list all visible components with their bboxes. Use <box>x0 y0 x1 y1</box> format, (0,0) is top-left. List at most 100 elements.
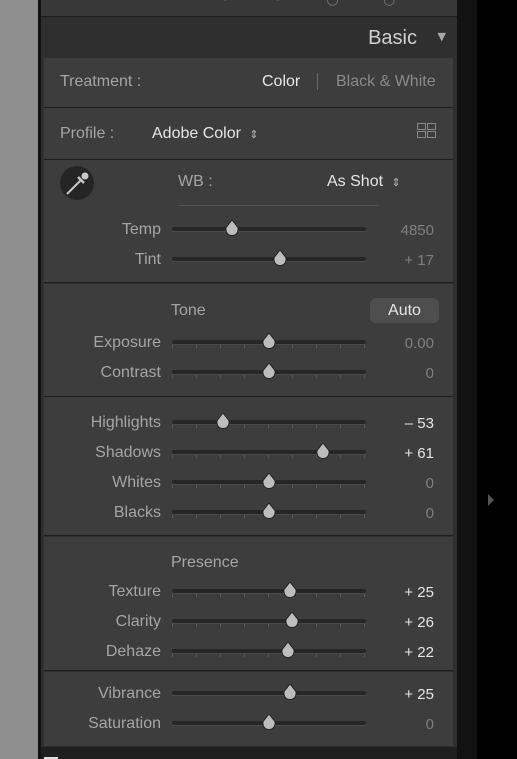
slider-thumb[interactable] <box>216 412 231 430</box>
updown-arrows-icon: ⇕ <box>391 176 401 189</box>
updown-arrows-icon: ⇕ <box>249 128 259 141</box>
collapse-triangle-icon[interactable]: ▼ <box>438 30 446 43</box>
slider-track[interactable] <box>172 649 366 653</box>
temp-slider[interactable] <box>172 219 366 237</box>
shadows-slider[interactable] <box>172 442 366 460</box>
texture-slider[interactable] <box>172 581 366 599</box>
treatment-label: Treatment : <box>60 73 142 90</box>
slider-ticks <box>172 594 366 597</box>
slider-track[interactable] <box>172 691 366 695</box>
previous-panel-edge: ◦ ◦ ○ ○ <box>41 0 457 17</box>
basic-panel-header[interactable]: Basic ▼ <box>41 17 457 57</box>
slider-label-texture: Texture <box>108 583 161 600</box>
slider-label-dehaze: Dehaze <box>105 643 161 660</box>
divider <box>44 159 453 160</box>
slider-label-shadows: Shadows <box>95 444 161 461</box>
saturation-slider[interactable] <box>172 713 366 731</box>
whites-slider[interactable] <box>172 472 366 490</box>
auto-button[interactable]: Auto <box>370 298 439 323</box>
slider-label-vibrance: Vibrance <box>98 685 161 702</box>
slider-label-clarity: Clarity <box>115 613 161 630</box>
slider-thumb[interactable] <box>273 249 287 267</box>
slider-thumb[interactable] <box>285 611 299 629</box>
panel-expand-arrow-icon[interactable] <box>488 494 494 506</box>
profile-dropdown[interactable]: Adobe Color ⇕ <box>152 125 259 143</box>
slider-label-whites: Whites <box>112 474 161 491</box>
divider <box>44 670 453 671</box>
slider-track[interactable] <box>172 589 366 593</box>
slider-track[interactable] <box>172 619 366 623</box>
slider-thumb[interactable] <box>283 581 297 599</box>
slider-track[interactable] <box>172 450 366 454</box>
slider-label-tint: Tint <box>134 251 161 268</box>
panel-title: Basic <box>368 27 417 49</box>
slider-value-saturation[interactable]: 0 <box>364 716 434 733</box>
slider-track[interactable] <box>172 227 366 231</box>
slider-label-temp: Temp <box>121 221 161 238</box>
contrast-slider[interactable] <box>172 362 366 380</box>
treatment-color-option[interactable]: Color <box>262 73 300 91</box>
slider-track[interactable] <box>172 257 366 261</box>
treatment-bw-option[interactable]: Black & White <box>336 73 436 91</box>
grid-view-icon[interactable] <box>417 123 437 139</box>
previous-panel-icons: ◦ ◦ ○ ○ <box>221 0 416 8</box>
tone-label: Tone <box>171 302 206 319</box>
right-panel-border <box>457 0 477 759</box>
slider-track[interactable] <box>172 420 366 424</box>
slider-label-exposure: Exposure <box>93 334 161 351</box>
divider <box>44 535 453 536</box>
right-edge-area <box>477 0 517 759</box>
slider-thumb[interactable] <box>262 502 276 520</box>
divider <box>44 107 453 108</box>
wb-value: As Shot <box>327 173 384 190</box>
slider-thumb[interactable] <box>283 683 297 701</box>
slider-thumb[interactable] <box>281 641 296 659</box>
profile-value: Adobe Color <box>152 125 241 142</box>
slider-thumb[interactable] <box>316 442 330 460</box>
slider-label-highlights: Highlights <box>90 414 161 431</box>
slider-ticks <box>172 425 366 428</box>
slider-value-clarity[interactable]: + 26 <box>364 614 434 631</box>
slider-thumb[interactable] <box>262 713 276 731</box>
slider-value-blacks[interactable]: 0 <box>364 505 434 522</box>
eyedropper-icon[interactable] <box>60 166 94 200</box>
slider-value-whites[interactable]: 0 <box>364 475 434 492</box>
slider-ticks <box>172 455 366 458</box>
slider-value-texture[interactable]: + 25 <box>364 584 434 601</box>
slider-thumb[interactable] <box>262 332 276 350</box>
color-section <box>44 672 453 746</box>
slider-ticks <box>172 624 366 627</box>
exposure-slider[interactable] <box>172 332 366 350</box>
wb-dropdown[interactable]: As Shot ⇕ <box>327 173 401 191</box>
left-filmstrip-edge <box>0 0 38 759</box>
profile-label: Profile : <box>60 125 115 142</box>
slider-value-vibrance[interactable]: + 25 <box>364 686 434 703</box>
treatment-separator <box>317 73 318 90</box>
clarity-slider[interactable] <box>172 611 366 629</box>
dehaze-slider[interactable] <box>172 641 366 659</box>
slider-value-tint[interactable]: + 17 <box>364 252 434 269</box>
slider-value-shadows[interactable]: + 61 <box>364 445 434 462</box>
wb-underline <box>179 205 379 206</box>
slider-label-blacks: Blacks <box>113 504 161 521</box>
slider-value-temp[interactable]: 4850 <box>364 222 434 239</box>
slider-value-dehaze[interactable]: + 22 <box>364 644 434 661</box>
panel-bottom-edge <box>41 747 457 759</box>
divider <box>44 396 453 397</box>
divider <box>44 282 453 283</box>
blacks-slider[interactable] <box>172 502 366 520</box>
slider-ticks <box>172 654 366 657</box>
slider-thumb[interactable] <box>225 219 239 237</box>
slider-value-highlights[interactable]: – 53 <box>364 415 434 432</box>
slider-thumb[interactable] <box>262 472 276 490</box>
tint-slider[interactable] <box>172 249 366 267</box>
presence-label: Presence <box>171 554 239 571</box>
wb-label: WB : <box>178 173 213 190</box>
slider-value-contrast[interactable]: 0 <box>364 365 434 382</box>
vibrance-slider[interactable] <box>172 683 366 701</box>
slider-label-contrast: Contrast <box>100 364 161 381</box>
slider-value-exposure[interactable]: 0.00 <box>364 335 434 352</box>
slider-thumb[interactable] <box>262 362 276 380</box>
highlights-slider[interactable] <box>172 412 366 430</box>
slider-label-saturation: Saturation <box>88 715 161 732</box>
